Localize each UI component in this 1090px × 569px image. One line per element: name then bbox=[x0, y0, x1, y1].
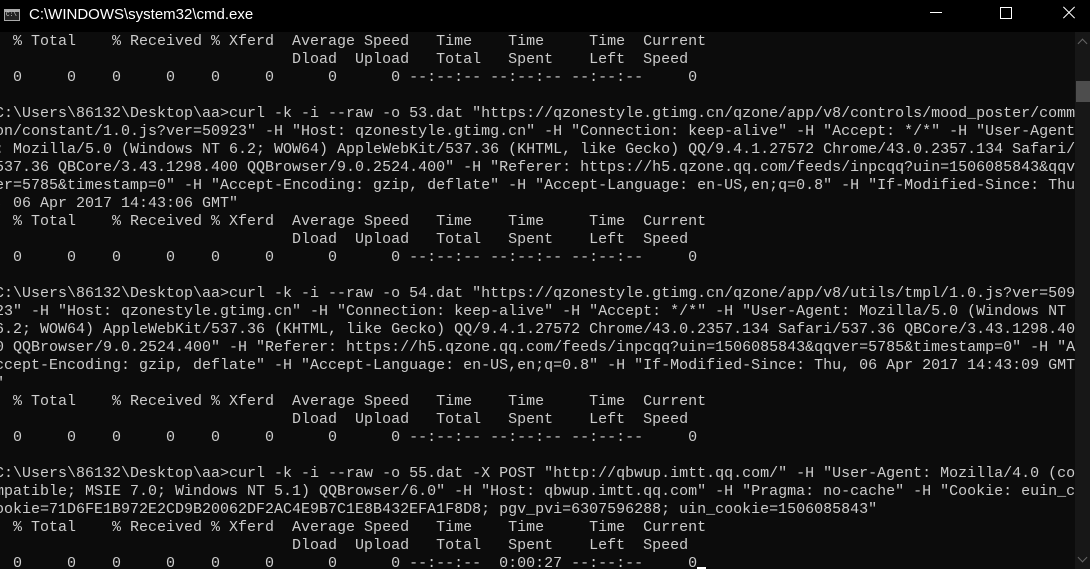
console-line: ookie=71D6FE1B972E2CD9B20062DF2AC4E9B7C1… bbox=[0, 501, 878, 518]
console-line: Dload Upload Total Spent Left Speed bbox=[0, 51, 689, 68]
console-line: 0 0 0 0 0 0 0 0 --:--:-- --:--:-- --:--:… bbox=[0, 69, 698, 86]
console-line: C:\Users\86132\Desktop\aa>curl -k -i --r… bbox=[0, 465, 1075, 482]
console-line: ccept-Encoding: gzip, deflate" -H "Accep… bbox=[0, 357, 1075, 374]
cmd-icon[interactable] bbox=[4, 9, 20, 21]
console-output[interactable]: % Total % Received % Xferd Average Speed… bbox=[0, 33, 1075, 569]
console-line: % Total % Received % Xferd Average Speed… bbox=[0, 33, 707, 50]
scroll-up-arrow-icon[interactable] bbox=[1077, 38, 1088, 49]
console-line: Dload Upload Total Spent Left Speed bbox=[0, 231, 689, 248]
console-line: 0 0 0 0 0 0 0 0 --:--:-- --:--:-- --:--:… bbox=[0, 249, 698, 266]
window-title: C:\WINDOWS\system32\cmd.exe bbox=[29, 6, 254, 23]
console-line: % Total % Received % Xferd Average Speed… bbox=[0, 393, 707, 410]
title-bar[interactable]: C:\WINDOWS\system32\cmd.exe bbox=[0, 0, 1090, 32]
console-line: on/constant/1.0.js?ver=50923" -H "Host: … bbox=[0, 123, 1075, 140]
console-line: 537.36 QBCore/3.43.1298.400 QQBrowser/9.… bbox=[0, 159, 1075, 176]
console-line: 23" -H "Host: qzonestyle.gtimg.cn" -H "C… bbox=[0, 303, 1075, 320]
minimize-button[interactable] bbox=[913, 0, 959, 32]
console-line: % Total % Received % Xferd Average Speed… bbox=[0, 519, 707, 536]
console-line: er=5785&timestamp=0" -H "Accept-Encoding… bbox=[0, 177, 1075, 194]
console-line: Dload Upload Total Spent Left Speed bbox=[0, 411, 689, 428]
maximize-button[interactable] bbox=[977, 0, 1023, 32]
console-line-text: 0 0 0 0 0 0 0 0 --:--:-- 0:00:27 --:--:-… bbox=[0, 555, 698, 569]
console-line: , 06 Apr 2017 14:43:06 GMT" bbox=[0, 195, 239, 212]
console-line: 0 QQBrowser/9.0.2524.400" -H "Referer: h… bbox=[0, 339, 1075, 356]
console-line: : Mozilla/5.0 (Windows NT 6.2; WOW64) Ap… bbox=[0, 141, 1075, 158]
console-line: % Total % Received % Xferd Average Speed… bbox=[0, 213, 707, 230]
vertical-scrollbar[interactable] bbox=[1075, 32, 1090, 569]
scrollbar-thumb[interactable] bbox=[1076, 81, 1090, 102]
console-line: C:\Users\86132\Desktop\aa>curl -k -i --r… bbox=[0, 105, 1075, 122]
console-line: 0 0 0 0 0 0 0 0 --:--:-- --:--:-- --:--:… bbox=[0, 429, 698, 446]
console-line: mpatible; MSIE 7.0; Windows NT 5.1) QQBr… bbox=[0, 483, 1075, 500]
console-line: " bbox=[0, 375, 1075, 393]
close-button[interactable] bbox=[1044, 0, 1090, 32]
scroll-down-arrow-icon[interactable] bbox=[1077, 552, 1088, 563]
console-line: 6.2; WOW64) AppleWebKit/537.36 (KHTML, l… bbox=[0, 321, 1075, 338]
console-line-last: 0 0 0 0 0 0 0 0 --:--:-- 0:00:27 --:--:-… bbox=[0, 555, 1075, 569]
console-line: Dload Upload Total Spent Left Speed bbox=[0, 537, 689, 554]
console-line: C:\Users\86132\Desktop\aa>curl -k -i --r… bbox=[0, 285, 1075, 302]
